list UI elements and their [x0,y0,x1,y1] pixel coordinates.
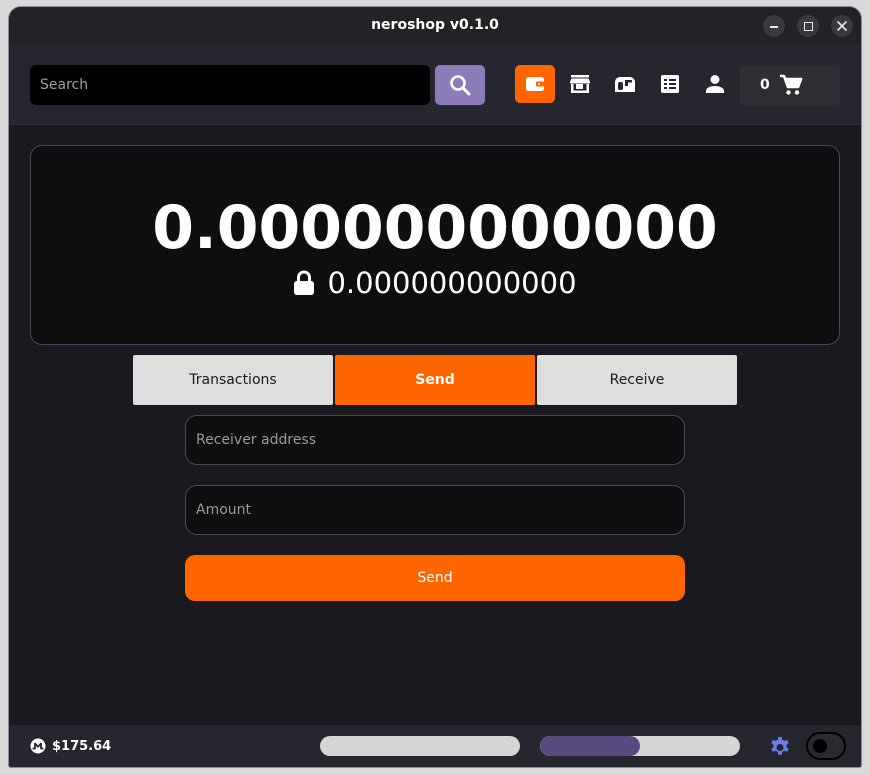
cart-icon [780,74,803,95]
tab-receive[interactable]: Receive [537,355,737,405]
search-input[interactable] [30,65,430,105]
toolbar: 0 [9,44,861,125]
minimize-button[interactable] [763,15,785,37]
tab-receive-label: Receive [609,372,665,388]
monero-icon [30,738,46,754]
nav-account-button[interactable] [695,65,735,103]
mailbox-icon [615,77,635,92]
receipt-icon [661,75,679,93]
send-button[interactable]: Send [185,555,685,601]
send-button-label: Send [417,570,453,586]
maximize-button[interactable] [797,15,819,37]
receiver-address-input[interactable] [185,415,685,465]
nav-orders-button[interactable] [650,65,690,103]
wallet-icon [526,77,544,91]
close-icon [837,21,847,31]
amount-input[interactable] [185,485,685,535]
progress-bar-2-fill [540,736,640,756]
cart-count: 0 [760,77,770,93]
progress-bar-2 [540,736,740,756]
theme-toggle-knob [813,739,827,753]
xmr-price: $175.64 [52,738,112,754]
close-button[interactable] [831,15,853,37]
tab-send[interactable]: Send [335,355,535,405]
search-icon [450,75,471,96]
search-button[interactable] [435,65,485,105]
tab-send-label: Send [415,372,455,388]
minimize-icon [770,26,778,28]
nav-store-button[interactable] [560,65,600,103]
nav-mailbox-button[interactable] [605,65,645,103]
title-bar: neroshop v0.1.0 [9,7,861,44]
wallet-balance: 0.000000000000 [152,193,718,263]
store-icon [570,75,590,93]
price-display: $175.64 [30,725,111,767]
gear-icon[interactable] [768,734,792,758]
window-title: neroshop v0.1.0 [371,17,499,33]
tab-transactions-label: Transactions [189,372,277,388]
progress-bar-1 [320,736,520,756]
nav-wallet-button[interactable] [515,65,555,103]
balance-card: 0.000000000000 0.000000000000 [30,145,840,345]
locked-balance-row: 0.000000000000 [31,264,839,302]
maximize-icon [803,21,813,31]
theme-toggle[interactable] [806,732,846,760]
app-window: neroshop v0.1.0 Search 0 0.000000000000 … [9,7,861,767]
tab-transactions[interactable]: Transactions [133,355,333,405]
cart-button[interactable]: 0 [740,65,840,105]
lock-icon [294,270,315,295]
user-icon [706,75,724,93]
status-bar: $175.64 [9,725,861,767]
locked-balance: 0.000000000000 [327,266,577,300]
